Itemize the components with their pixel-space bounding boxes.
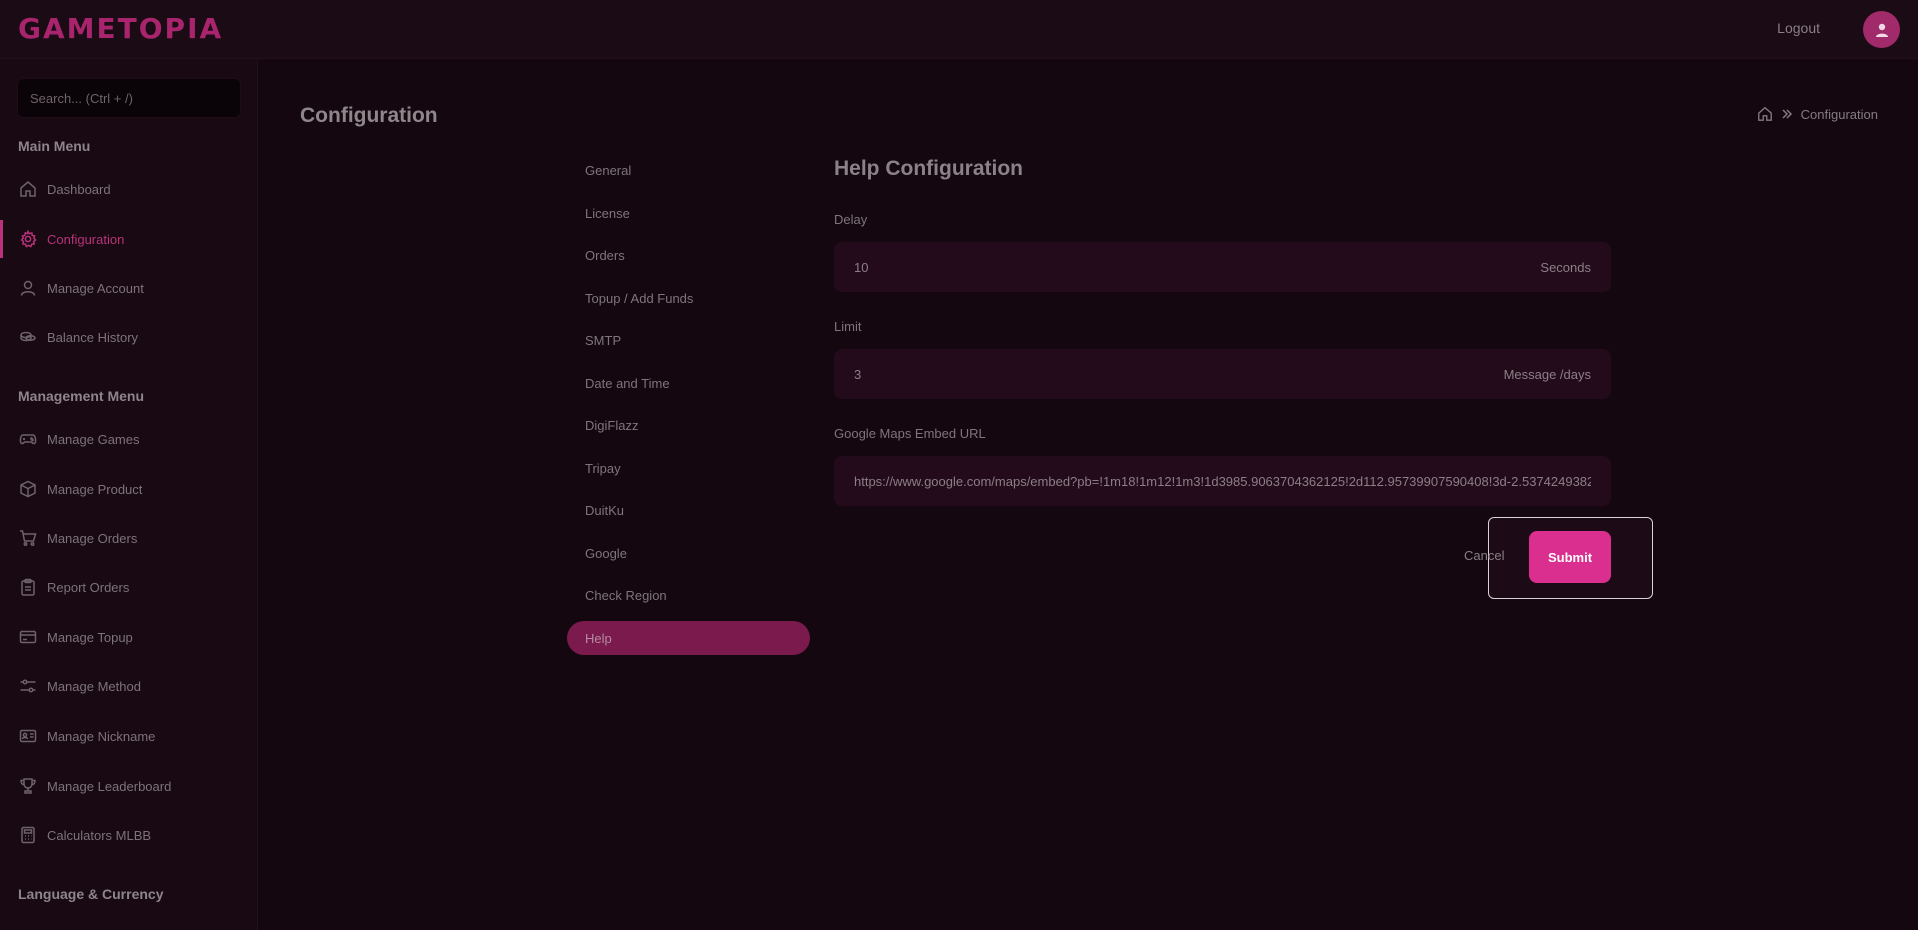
sidebar-item-manage-nickname[interactable]: Manage Nickname bbox=[0, 717, 258, 755]
delay-label: Delay bbox=[834, 212, 868, 227]
subnav-duitku[interactable]: DuitKu bbox=[567, 493, 810, 527]
breadcrumb-current: Configuration bbox=[1800, 106, 1878, 122]
breadcrumb: Configuration bbox=[1757, 106, 1878, 122]
sidebar-item-manage-method[interactable]: Manage Method bbox=[0, 667, 258, 705]
subnav-help[interactable]: Help bbox=[567, 621, 810, 655]
home-icon[interactable] bbox=[1757, 106, 1773, 122]
delay-value[interactable]: 10 bbox=[854, 260, 1530, 275]
sidebar-item-dashboard[interactable]: Dashboard bbox=[0, 170, 258, 208]
top-bar: GAMETOPIA Logout bbox=[0, 0, 1918, 59]
gamepad-icon bbox=[18, 429, 38, 449]
limit-field[interactable]: 3 Message /days bbox=[834, 349, 1611, 399]
subnav-orders[interactable]: Orders bbox=[567, 238, 810, 272]
subnav-check-region[interactable]: Check Region bbox=[567, 578, 810, 612]
limit-value[interactable]: 3 bbox=[854, 367, 1494, 382]
subnav-date-and-time[interactable]: Date and Time bbox=[567, 366, 810, 400]
sidebar-item-manage-product[interactable]: Manage Product bbox=[0, 470, 258, 508]
user-icon bbox=[18, 278, 38, 298]
limit-unit: Message /days bbox=[1503, 366, 1591, 382]
subnav-general[interactable]: General bbox=[567, 153, 810, 187]
coins-icon bbox=[18, 327, 38, 347]
avatar[interactable] bbox=[1863, 11, 1900, 48]
sidebar-item-label: Manage Product bbox=[47, 481, 143, 497]
sidebar-item-label: Configuration bbox=[47, 231, 125, 247]
form-title: Help Configuration bbox=[834, 157, 1023, 180]
subnav-tripay[interactable]: Tripay bbox=[567, 451, 810, 485]
sidebar-item-balance-history[interactable]: Balance History bbox=[0, 318, 258, 356]
card-icon bbox=[18, 627, 38, 647]
maps-url-field[interactable]: https://www.google.com/maps/embed?pb=!1m… bbox=[834, 456, 1611, 506]
sidebar-item-manage-games[interactable]: Manage Games bbox=[0, 420, 258, 458]
sidebar-item-label: Manage Method bbox=[47, 678, 141, 694]
double-chevron-right-icon bbox=[1782, 109, 1792, 119]
sidebar-item-label: Manage Account bbox=[47, 280, 144, 296]
search-input[interactable] bbox=[17, 78, 241, 118]
management-menu-heading: Management Menu bbox=[18, 388, 145, 404]
sidebar-item-label: Balance History bbox=[47, 329, 139, 345]
logout-link[interactable]: Logout bbox=[1777, 20, 1820, 36]
sidebar-item-manage-leaderboard[interactable]: Manage Leaderboard bbox=[0, 767, 258, 805]
sidebar-item-label: Manage Nickname bbox=[47, 728, 156, 744]
sidebar-item-manage-topup[interactable]: Manage Topup bbox=[0, 618, 258, 656]
sidebar-item-configuration[interactable]: Configuration bbox=[0, 220, 258, 258]
maps-url-label: Google Maps Embed URL bbox=[834, 426, 986, 441]
gear-icon bbox=[18, 229, 38, 249]
sidebar-item-report-orders[interactable]: Report Orders bbox=[0, 568, 258, 606]
subnav-topup-add-funds[interactable]: Topup / Add Funds bbox=[567, 281, 810, 315]
subnav-license[interactable]: License bbox=[567, 196, 810, 230]
main-menu-heading: Main Menu bbox=[18, 138, 91, 154]
box-icon bbox=[18, 479, 38, 499]
home-icon bbox=[18, 179, 38, 199]
id-card-icon bbox=[18, 726, 38, 746]
subnav-smtp[interactable]: SMTP bbox=[567, 323, 810, 357]
sidebar-item-label: Manage Orders bbox=[47, 530, 138, 546]
page-title: Configuration bbox=[300, 104, 438, 127]
delay-unit: Seconds bbox=[1540, 259, 1591, 275]
cancel-button[interactable]: Cancel bbox=[1464, 548, 1504, 563]
sidebar-item-manage-account[interactable]: Manage Account bbox=[0, 269, 258, 307]
limit-label: Limit bbox=[834, 319, 862, 334]
sidebar-item-label: Manage Games bbox=[47, 431, 140, 447]
sidebar-item-label: Dashboard bbox=[47, 181, 111, 197]
sidebar-item-label: Calculators MLBB bbox=[47, 827, 152, 843]
maps-url-value[interactable]: https://www.google.com/maps/embed?pb=!1m… bbox=[854, 474, 1591, 489]
language-currency-heading: Language & Currency bbox=[18, 886, 164, 902]
trophy-icon bbox=[18, 776, 38, 796]
logo[interactable]: GAMETOPIA bbox=[18, 12, 223, 45]
clipboard-icon bbox=[18, 577, 38, 597]
delay-field[interactable]: 10 Seconds bbox=[834, 242, 1611, 292]
sidebar-item-label: Manage Topup bbox=[47, 629, 133, 645]
submit-button[interactable]: Submit bbox=[1529, 531, 1611, 583]
sidebar-item-manage-orders[interactable]: Manage Orders bbox=[0, 519, 258, 557]
cart-icon bbox=[18, 528, 38, 548]
calculator-icon bbox=[18, 825, 38, 845]
sidebar-item-calculators-mlbb[interactable]: Calculators MLBB bbox=[0, 816, 258, 854]
sidebar-item-label: Manage Leaderboard bbox=[47, 778, 172, 794]
sidebar-item-label: Report Orders bbox=[47, 579, 130, 595]
subnav-google[interactable]: Google bbox=[567, 536, 810, 570]
sidebar: Main Menu Dashboard Configuration Manage… bbox=[0, 59, 258, 930]
sliders-icon bbox=[18, 676, 38, 696]
subnav-digiflazz[interactable]: DigiFlazz bbox=[567, 408, 810, 442]
user-icon bbox=[1875, 23, 1888, 37]
